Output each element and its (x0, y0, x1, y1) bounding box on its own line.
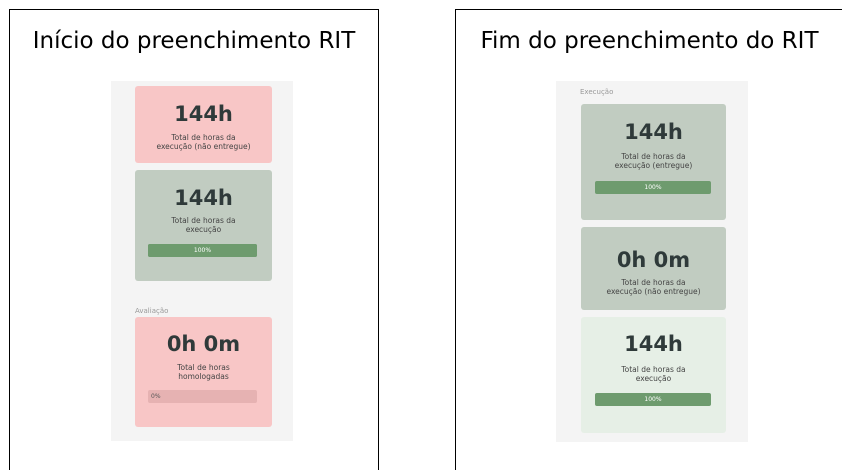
hours-card-execution: 144h Total de horas da execução 100% (135, 170, 272, 281)
hours-label-line1: Total de horas da (621, 152, 686, 161)
hours-label-line1: Total de horas da (171, 216, 236, 225)
hours-value: 144h (624, 332, 683, 356)
panel-inicio: Início do preenchimento RIT 144h Total d… (9, 9, 379, 470)
hours-value: 0h 0m (616, 248, 691, 272)
hours-card-delivered: 144h Total de horas da execução (entregu… (581, 104, 726, 220)
hours-label-line2: execução (185, 225, 222, 234)
hours-label-line1: Total de horas (177, 363, 230, 372)
panel-fim: Fim do preenchimento do RIT Execução 144… (455, 9, 842, 470)
screenshot-inicio: 144h Total de horas da execução (não ent… (111, 81, 293, 441)
hours-label-line1: Total de horas da (171, 133, 236, 142)
hours-value: 144h (174, 102, 233, 126)
panel-title: Fim do preenchimento do RIT (480, 28, 819, 54)
hours-label-line2: execução (entregue) (614, 161, 693, 170)
section-label-execucao: Execução (580, 88, 614, 96)
hours-label-line1: Total de horas da (621, 365, 686, 374)
progress-bar: 100% (148, 244, 257, 257)
progress-label: 0% (151, 393, 161, 400)
progress-bar: 0% (148, 390, 257, 403)
panel-title: Início do preenchimento RIT (32, 28, 356, 54)
hours-label-line2: homologadas (178, 372, 229, 381)
progress-bar: 100% (595, 393, 711, 406)
hours-card-not-delivered: 0h 0m Total de horas da execução (não en… (581, 227, 726, 310)
progress-bar: 100% (595, 181, 711, 194)
progress-label: 100% (644, 396, 662, 403)
hours-label-line1: Total de horas da (621, 278, 686, 287)
hours-card-not-delivered: 144h Total de horas da execução (não ent… (135, 86, 272, 163)
section-label-avaliacao: Avaliação (135, 307, 169, 315)
hours-card-homologated: 0h 0m Total de horas homologadas 0% (135, 317, 272, 427)
hours-label-line2: execução (não entregue) (156, 142, 251, 151)
hours-card-execution: 144h Total de horas da execução 100% (581, 317, 726, 433)
screenshot-fim: Execução 144h Total de horas da execução… (556, 81, 748, 442)
hours-value: 144h (174, 186, 233, 210)
progress-label: 100% (644, 184, 662, 191)
hours-value: 144h (624, 120, 683, 144)
hours-label-line2: execução (635, 374, 672, 383)
progress-label: 100% (193, 247, 212, 254)
hours-value: 0h 0m (166, 332, 241, 356)
hours-label-line2: execução (não entregue) (606, 287, 701, 296)
